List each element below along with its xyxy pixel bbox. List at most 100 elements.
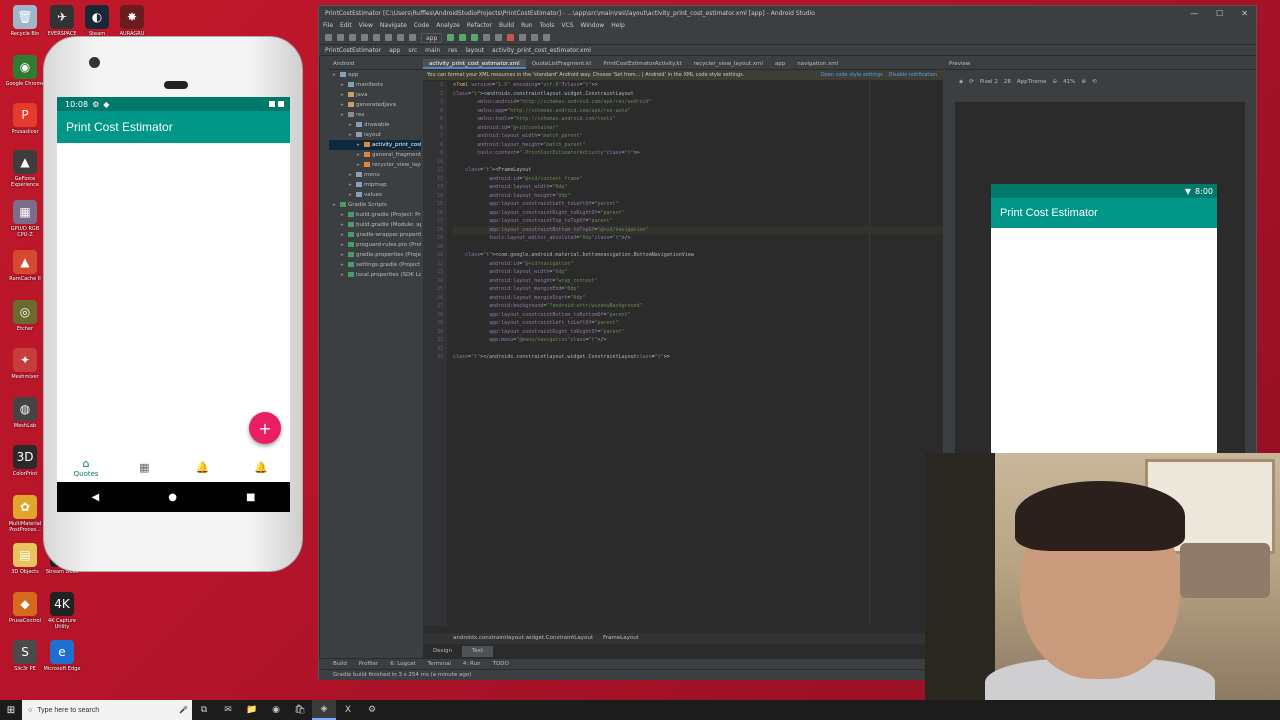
code-line[interactable]: <?xml version="1.0" encoding="utf-8"?cla… (453, 81, 943, 90)
code-line[interactable]: app:layout_constraintBottom_toTopOf="@+i… (453, 225, 943, 234)
taskbar-search[interactable]: ○ Type here to search 🎤 (22, 700, 192, 720)
menu-navigate[interactable]: Navigate (380, 22, 407, 29)
tree-item-proguard-rules-pro-proguard-rules-for-app[interactable]: ▸ proguard-rules.pro (ProGuard Rules for … (329, 240, 421, 250)
menu-window[interactable]: Window (581, 22, 605, 29)
desktop-icon-recycle-bin[interactable]: 🗑 Recycle Bin (5, 5, 45, 37)
tree-item-build-gradle-project-printcostestimator[interactable]: ▸ build.gradle (Project: PrintCostEstimat… (329, 210, 421, 220)
tree-item-settings-gradle-project-settings[interactable]: ▸ settings.gradle (Project Settings) (329, 260, 421, 270)
settings-icon[interactable]: ⚙ (360, 700, 384, 720)
code-line[interactable]: xmlns:tools="http://schemas.android.com/… (453, 115, 943, 124)
tool-window-todo[interactable]: TODO (493, 661, 509, 667)
expand-arrow-icon[interactable]: ▸ (349, 130, 356, 140)
back-icon[interactable]: ◀ (92, 492, 100, 503)
tool-window-6-logcat[interactable]: 6: Logcat (390, 661, 415, 667)
menu-edit[interactable]: Edit (340, 22, 352, 29)
desktop-icon-geforce-experience[interactable]: ▲ GeForce Experience (5, 150, 45, 188)
add-quote-fab[interactable]: + (249, 412, 281, 444)
debug-icon[interactable] (471, 34, 479, 41)
tree-item-drawable[interactable]: ▸ drawable (329, 120, 421, 130)
crumb-framelayout[interactable]: FrameLayout (603, 633, 639, 644)
desktop-icon-3d-objects[interactable]: ▤ 3D Objects (5, 543, 45, 575)
breadcrumb-activity-print-cost-estimator-xml[interactable]: activity_print_cost_estimator.xml (492, 47, 591, 54)
code-line[interactable] (453, 243, 943, 252)
breadcrumb-res[interactable]: res (448, 47, 457, 54)
redo-icon[interactable] (373, 34, 380, 41)
breadcrumb-src[interactable]: src (408, 47, 417, 54)
build-icon[interactable] (409, 34, 416, 41)
tree-item-menu[interactable]: ▸ menu (329, 170, 421, 180)
save-icon[interactable] (337, 34, 344, 41)
bottom-nav-item-1[interactable]: ▦ (124, 461, 164, 474)
expand-arrow-icon[interactable]: ▸ (341, 270, 348, 280)
code-line[interactable]: app:layout_constraintTop_toTopOf="parent… (453, 217, 943, 226)
undo-icon[interactable] (361, 34, 368, 41)
expand-arrow-icon[interactable]: ▸ (341, 250, 348, 260)
menu-vcs[interactable]: VCS (561, 22, 573, 29)
tool-window-build[interactable]: Build (333, 661, 347, 667)
menu-code[interactable]: Code (414, 22, 429, 29)
tree-item-mipmap[interactable]: ▸ mipmap (329, 180, 421, 190)
breadcrumb-printcostestimator[interactable]: PrintCostEstimator (325, 47, 381, 54)
desktop-icon-everspace[interactable]: ✈ EVERSPACE (42, 5, 82, 37)
apply-changes-icon[interactable] (459, 34, 467, 41)
menu-view[interactable]: View (359, 22, 373, 29)
tree-item-general-fragment-xml[interactable]: ▸ general_fragment.xml (329, 150, 421, 160)
code-line[interactable]: app:layout_constraintBottom_toBottomOf="… (453, 311, 943, 320)
gradle-sync-icon[interactable] (519, 34, 527, 41)
expand-arrow-icon[interactable]: ▸ (341, 240, 348, 250)
tree-item-local-properties-sdk-location[interactable]: ▸ local.properties (SDK Location) (329, 270, 421, 280)
code-line[interactable]: android:layout_marginStart="0dp" (453, 294, 943, 303)
desktop-icon-slic3r-pe[interactable]: S Slic3r PE (5, 640, 45, 672)
desktop-icon-meshlab[interactable]: ◍ MeshLab (5, 397, 45, 429)
tab-app[interactable]: app (769, 59, 791, 69)
preview-canvas[interactable]: ▼ 8:00 Print Cost Estimator (955, 102, 1245, 456)
code-line[interactable] (453, 158, 943, 167)
menu-file[interactable]: File (323, 22, 333, 29)
minimize-icon[interactable]: — (1190, 9, 1198, 18)
desktop-icon-gpu-d-rgb-cpu-z[interactable]: ▦ GPU/D RGB CPU-Z (5, 200, 45, 238)
code-lines[interactable]: <?xml version="1.0" encoding="utf-8"?cla… (453, 81, 943, 362)
tree-item-manifests[interactable]: ▸ manifests (329, 80, 421, 90)
open-icon[interactable] (325, 34, 332, 41)
code-line[interactable]: android:layout_height="wrap_content" (453, 277, 943, 286)
code-line[interactable]: class="t"><com.google.android.material.b… (453, 251, 943, 260)
desktop-icon-multimaterial-postproces[interactable]: ✿ MultiMaterial PostProces... (5, 495, 45, 533)
emulator-screen[interactable]: 10:08 ⚙ ◆ Print Cost Estimator + ⌂ Quotes… (57, 97, 290, 512)
tree-item-build-gradle-module-app[interactable]: ▸ build.gradle (Module: app) (329, 220, 421, 230)
tree-item-layout[interactable]: ▸ layout (329, 130, 421, 140)
back-icon[interactable] (385, 34, 392, 41)
recents-icon[interactable]: ■ (246, 492, 255, 503)
expand-arrow-icon[interactable]: ▸ (349, 170, 356, 180)
menu-help[interactable]: Help (611, 22, 625, 29)
outlook-icon[interactable]: ✉ (216, 700, 240, 720)
code-line[interactable]: app:layout_constraintLeft_toLeftOf="pare… (453, 200, 943, 209)
profile-icon[interactable] (483, 34, 491, 41)
code-line[interactable]: android:id="@+id/content_frame" (453, 175, 943, 184)
stop-icon[interactable] (507, 34, 515, 41)
android-studio-icon[interactable]: ◈ (312, 700, 336, 720)
expand-arrow-icon[interactable]: ▸ (349, 120, 356, 130)
tree-item-gradle-wrapper-properties-gradle-version[interactable]: ▸ gradle-wrapper.properties (Gradle Versi… (329, 230, 421, 240)
expand-arrow-icon[interactable]: ▸ (349, 180, 356, 190)
tree-item-recycler-view-layout-xml[interactable]: ▸ recycler_view_layout.xml (329, 160, 421, 170)
code-line[interactable]: android:id="@+id/navigation" (453, 260, 943, 269)
menu-build[interactable]: Build (499, 22, 514, 29)
chrome-icon[interactable]: ◉ (264, 700, 288, 720)
tool-window-profiler[interactable]: Profiler (359, 661, 378, 667)
expand-arrow-icon[interactable]: ▸ (333, 200, 340, 210)
tool-window-4-run[interactable]: 4: Run (463, 661, 481, 667)
crumb-constraintlayout[interactable]: androidx.constraintlayout.widget.Constra… (453, 633, 593, 644)
task-view-icon[interactable]: ⧉ (192, 700, 216, 720)
desktop-icon-prusaslicer[interactable]: P Prusaslicer (5, 103, 45, 135)
bottom-nav-item-3[interactable]: 🔔 (241, 461, 281, 474)
menu-run[interactable]: Run (521, 22, 533, 29)
refresh-icon[interactable]: ⟲ (1092, 79, 1097, 85)
code-line[interactable]: android:layout_width="0dp" (453, 183, 943, 192)
maximize-icon[interactable]: ☐ (1216, 9, 1223, 18)
menu-tools[interactable]: Tools (540, 22, 555, 29)
code-line[interactable]: app:layout_constraintRight_toRightOf="pa… (453, 328, 943, 337)
expand-arrow-icon[interactable]: ▸ (341, 90, 348, 100)
home-icon[interactable]: ● (168, 492, 177, 503)
expand-arrow-icon[interactable]: ▸ (349, 190, 356, 200)
desktop-icon-meshmixer[interactable]: ✦ Meshmixer (5, 348, 45, 380)
